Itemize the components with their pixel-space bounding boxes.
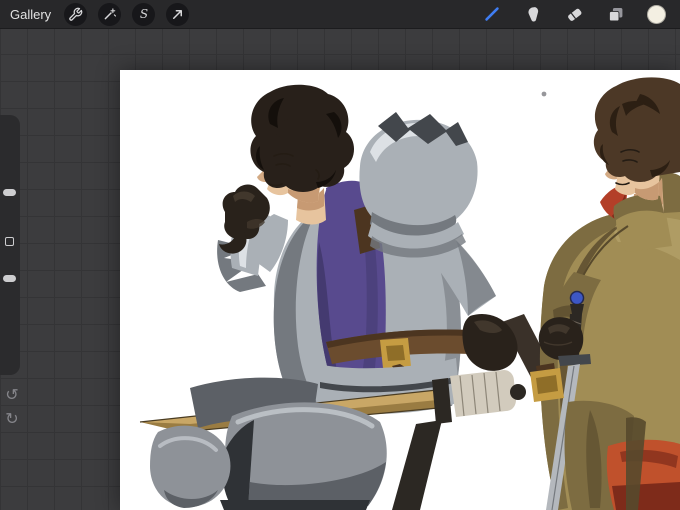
drawing-canvas[interactable] [120,70,680,510]
paint-speck [541,91,547,97]
selection-s-icon: S [140,7,148,21]
smudge-icon [527,6,538,21]
redo-button[interactable]: ↻ [1,408,23,430]
eraser-icon [567,8,581,21]
transform-arrow-icon [173,9,183,19]
modify-button[interactable] [5,237,14,246]
brush-icon [485,7,499,21]
brush-sidebar[interactable] [0,115,20,375]
knight-figure [139,84,572,510]
transform-button[interactable] [166,2,190,26]
adjustments-button[interactable] [98,2,122,26]
artwork-drawing [139,77,680,510]
undo-button[interactable]: ↺ [1,384,23,406]
selection-button[interactable]: S [132,2,156,26]
color-button[interactable] [645,3,667,25]
top-toolbar: Gallery S [0,0,680,29]
layers-button[interactable] [604,3,626,25]
smudge-tool-button[interactable] [522,3,544,25]
toolbar-left-group: Gallery S [0,2,190,26]
squire-figure [530,77,680,510]
layers-icon [608,7,622,21]
paint-tool-button[interactable] [481,3,503,25]
brush-size-slider[interactable] [3,189,16,196]
color-swatch [646,4,666,24]
opacity-slider[interactable] [3,275,16,282]
workspace-background: Gallery S ↺ ↻ [0,0,680,510]
toolbar-right-group [481,3,680,25]
erase-tool-button[interactable] [563,3,585,25]
svg-text:S: S [140,7,148,21]
actions-button[interactable] [64,2,88,26]
gallery-button[interactable]: Gallery [10,7,51,22]
magic-wand-icon [104,7,117,19]
wrench-icon [69,7,83,21]
